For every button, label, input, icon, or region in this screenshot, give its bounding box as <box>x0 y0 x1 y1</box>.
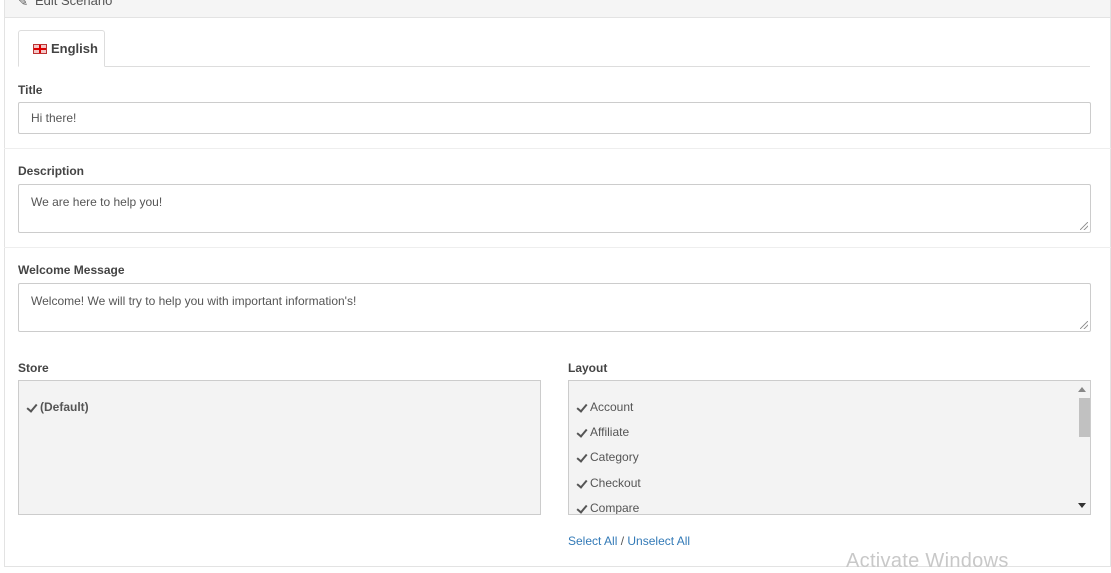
layout-option[interactable]: Affiliate <box>577 425 629 439</box>
tabs-underline <box>18 66 1090 67</box>
scroll-down-arrow-icon[interactable] <box>1078 503 1086 508</box>
select-all-link[interactable]: Select All <box>568 534 617 548</box>
store-list[interactable]: (Default) <box>18 380 541 515</box>
store-option-label: (Default) <box>40 400 89 414</box>
checkbox-checked-icon[interactable] <box>27 402 38 413</box>
layout-option-label: Compare <box>590 501 640 515</box>
layout-option[interactable]: Checkout <box>577 476 641 490</box>
checkbox-checked-icon[interactable] <box>577 452 588 463</box>
welcome-message-label: Welcome Message <box>18 263 125 277</box>
store-label: Store <box>18 361 49 375</box>
activate-windows-watermark: Activate Windows <box>846 550 1009 572</box>
divider <box>4 247 1111 248</box>
layout-option[interactable]: Account <box>577 400 633 414</box>
divider <box>4 148 1111 149</box>
layout-option-label: Checkout <box>590 476 641 490</box>
layout-list[interactable]: Account Affiliate Category Checkout Comp… <box>568 380 1091 515</box>
layout-scrollbar[interactable] <box>1074 381 1090 514</box>
checkbox-checked-icon[interactable] <box>577 402 588 413</box>
welcome-message-text: Welcome! We will try to help you with im… <box>31 294 357 308</box>
checkbox-checked-icon[interactable] <box>577 427 588 438</box>
title-label: Title <box>18 83 43 97</box>
welcome-message-textarea[interactable]: Welcome! We will try to help you with im… <box>18 283 1091 332</box>
tab-label: English <box>51 41 98 56</box>
layout-label: Layout <box>568 361 608 375</box>
select-links: Select All / Unselect All <box>568 534 690 548</box>
uk-flag-icon <box>33 43 47 54</box>
unselect-all-link[interactable]: Unselect All <box>627 534 690 548</box>
store-option-default[interactable]: (Default) <box>27 400 89 414</box>
layout-option-label: Account <box>590 400 634 414</box>
pencil-icon: ✎ <box>18 0 29 9</box>
description-textarea[interactable]: We are here to help you! <box>18 184 1091 233</box>
checkbox-checked-icon[interactable] <box>577 503 588 514</box>
checkbox-checked-icon[interactable] <box>577 478 588 489</box>
resize-grip-icon[interactable] <box>1080 222 1088 230</box>
layout-option-label: Category <box>590 450 639 464</box>
layout-option-label: Affiliate <box>590 425 630 439</box>
description-text: We are here to help you! <box>31 195 163 209</box>
layout-option[interactable]: Compare <box>577 501 640 515</box>
scroll-up-arrow-icon[interactable] <box>1078 387 1086 392</box>
panel-title: Edit Scenario <box>35 0 113 8</box>
description-label: Description <box>18 164 85 178</box>
tab-english[interactable]: English <box>18 30 105 67</box>
resize-grip-icon[interactable] <box>1080 321 1088 329</box>
layout-option[interactable]: Category <box>577 450 639 464</box>
panel-heading: ✎ Edit Scenario <box>5 0 1110 18</box>
link-separator: / <box>620 534 625 548</box>
title-input[interactable] <box>18 102 1091 134</box>
scrollbar-thumb[interactable] <box>1079 398 1090 437</box>
